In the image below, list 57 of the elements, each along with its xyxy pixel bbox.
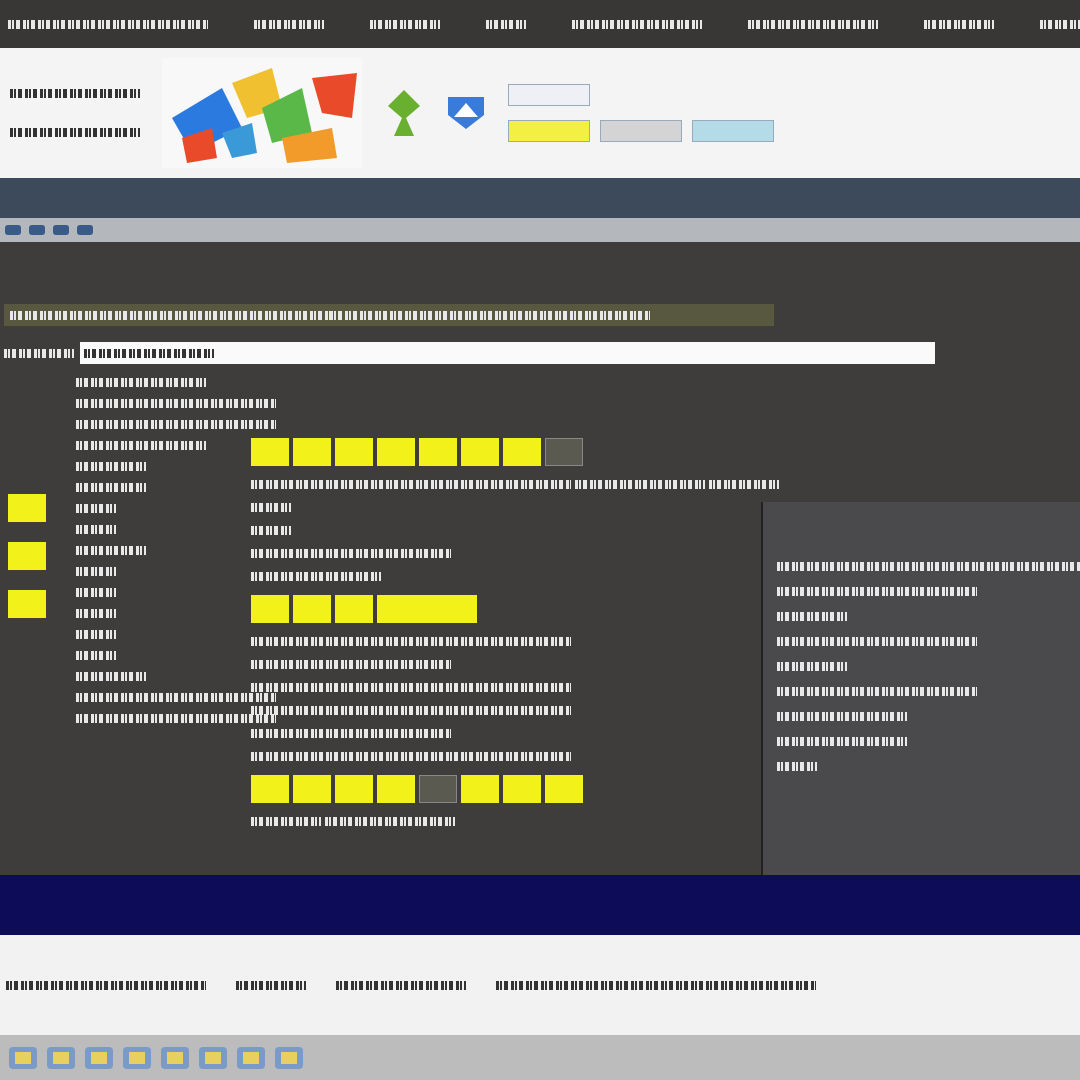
highlight-block[interactable] [419,775,457,803]
toolbar-icon[interactable] [28,223,46,237]
highlight-block[interactable] [293,775,331,803]
tag-chip[interactable] [600,120,682,142]
blurred-text-drawing [76,672,146,681]
highlight-block[interactable] [545,438,583,466]
blurred-text-drawing [370,19,440,29]
highlight-block[interactable] [293,595,331,623]
blurred-text-drawing [777,762,817,771]
blurred-text-drawing [254,19,324,29]
blurred-text-drawing [76,504,116,513]
highlight-block[interactable] [251,775,289,803]
highlight-block[interactable] [377,595,477,623]
blurred-text-drawing [76,588,116,597]
blurred-text-drawing [709,480,779,489]
highlight-block[interactable] [461,775,499,803]
blurred-text-drawing [251,526,291,535]
highlight-block[interactable] [8,494,46,522]
blurred-text-drawing [76,546,146,555]
highlight-block[interactable] [545,775,583,803]
highlight-block[interactable] [377,438,415,466]
blurred-text-drawing [236,980,306,990]
highlight-block[interactable] [335,775,373,803]
blurred-text-drawing [76,525,116,534]
highlight-block[interactable] [461,438,499,466]
highlight-block[interactable] [503,775,541,803]
toolbar-icon[interactable] [76,223,94,237]
blurred-text-drawing [76,483,146,492]
blurred-text-drawing [76,651,116,660]
highlight-block[interactable] [377,775,415,803]
blurred-text-drawing [251,503,291,512]
mountain-icon [446,95,486,131]
tag-chip[interactable] [692,120,774,142]
highlight-block[interactable] [8,542,46,570]
blurred-text-drawing [4,348,74,358]
highlight-block[interactable] [335,438,373,466]
highlight-block[interactable] [251,438,289,466]
toolbar-icon[interactable] [52,223,70,237]
blurred-text-drawing [924,19,994,29]
blurred-text-drawing [76,609,116,618]
highlight-block[interactable] [251,595,289,623]
highlight-block[interactable] [335,595,373,623]
input-field[interactable] [80,342,935,364]
highlight-block[interactable] [8,590,46,618]
blurred-text-drawing [777,662,847,671]
blurred-text-drawing [76,462,146,471]
blurred-text-drawing [486,19,526,29]
blurred-text-drawing [76,567,116,576]
highlight-block[interactable] [503,438,541,466]
blurred-text-drawing [251,817,321,826]
tag-chip[interactable] [508,84,590,106]
blurred-text-drawing [76,630,116,639]
highlight-block[interactable] [293,438,331,466]
tag-chip[interactable] [508,120,590,142]
toolbar-icon[interactable] [4,223,22,237]
blurred-text-drawing [777,612,847,621]
highlight-block[interactable] [419,438,457,466]
